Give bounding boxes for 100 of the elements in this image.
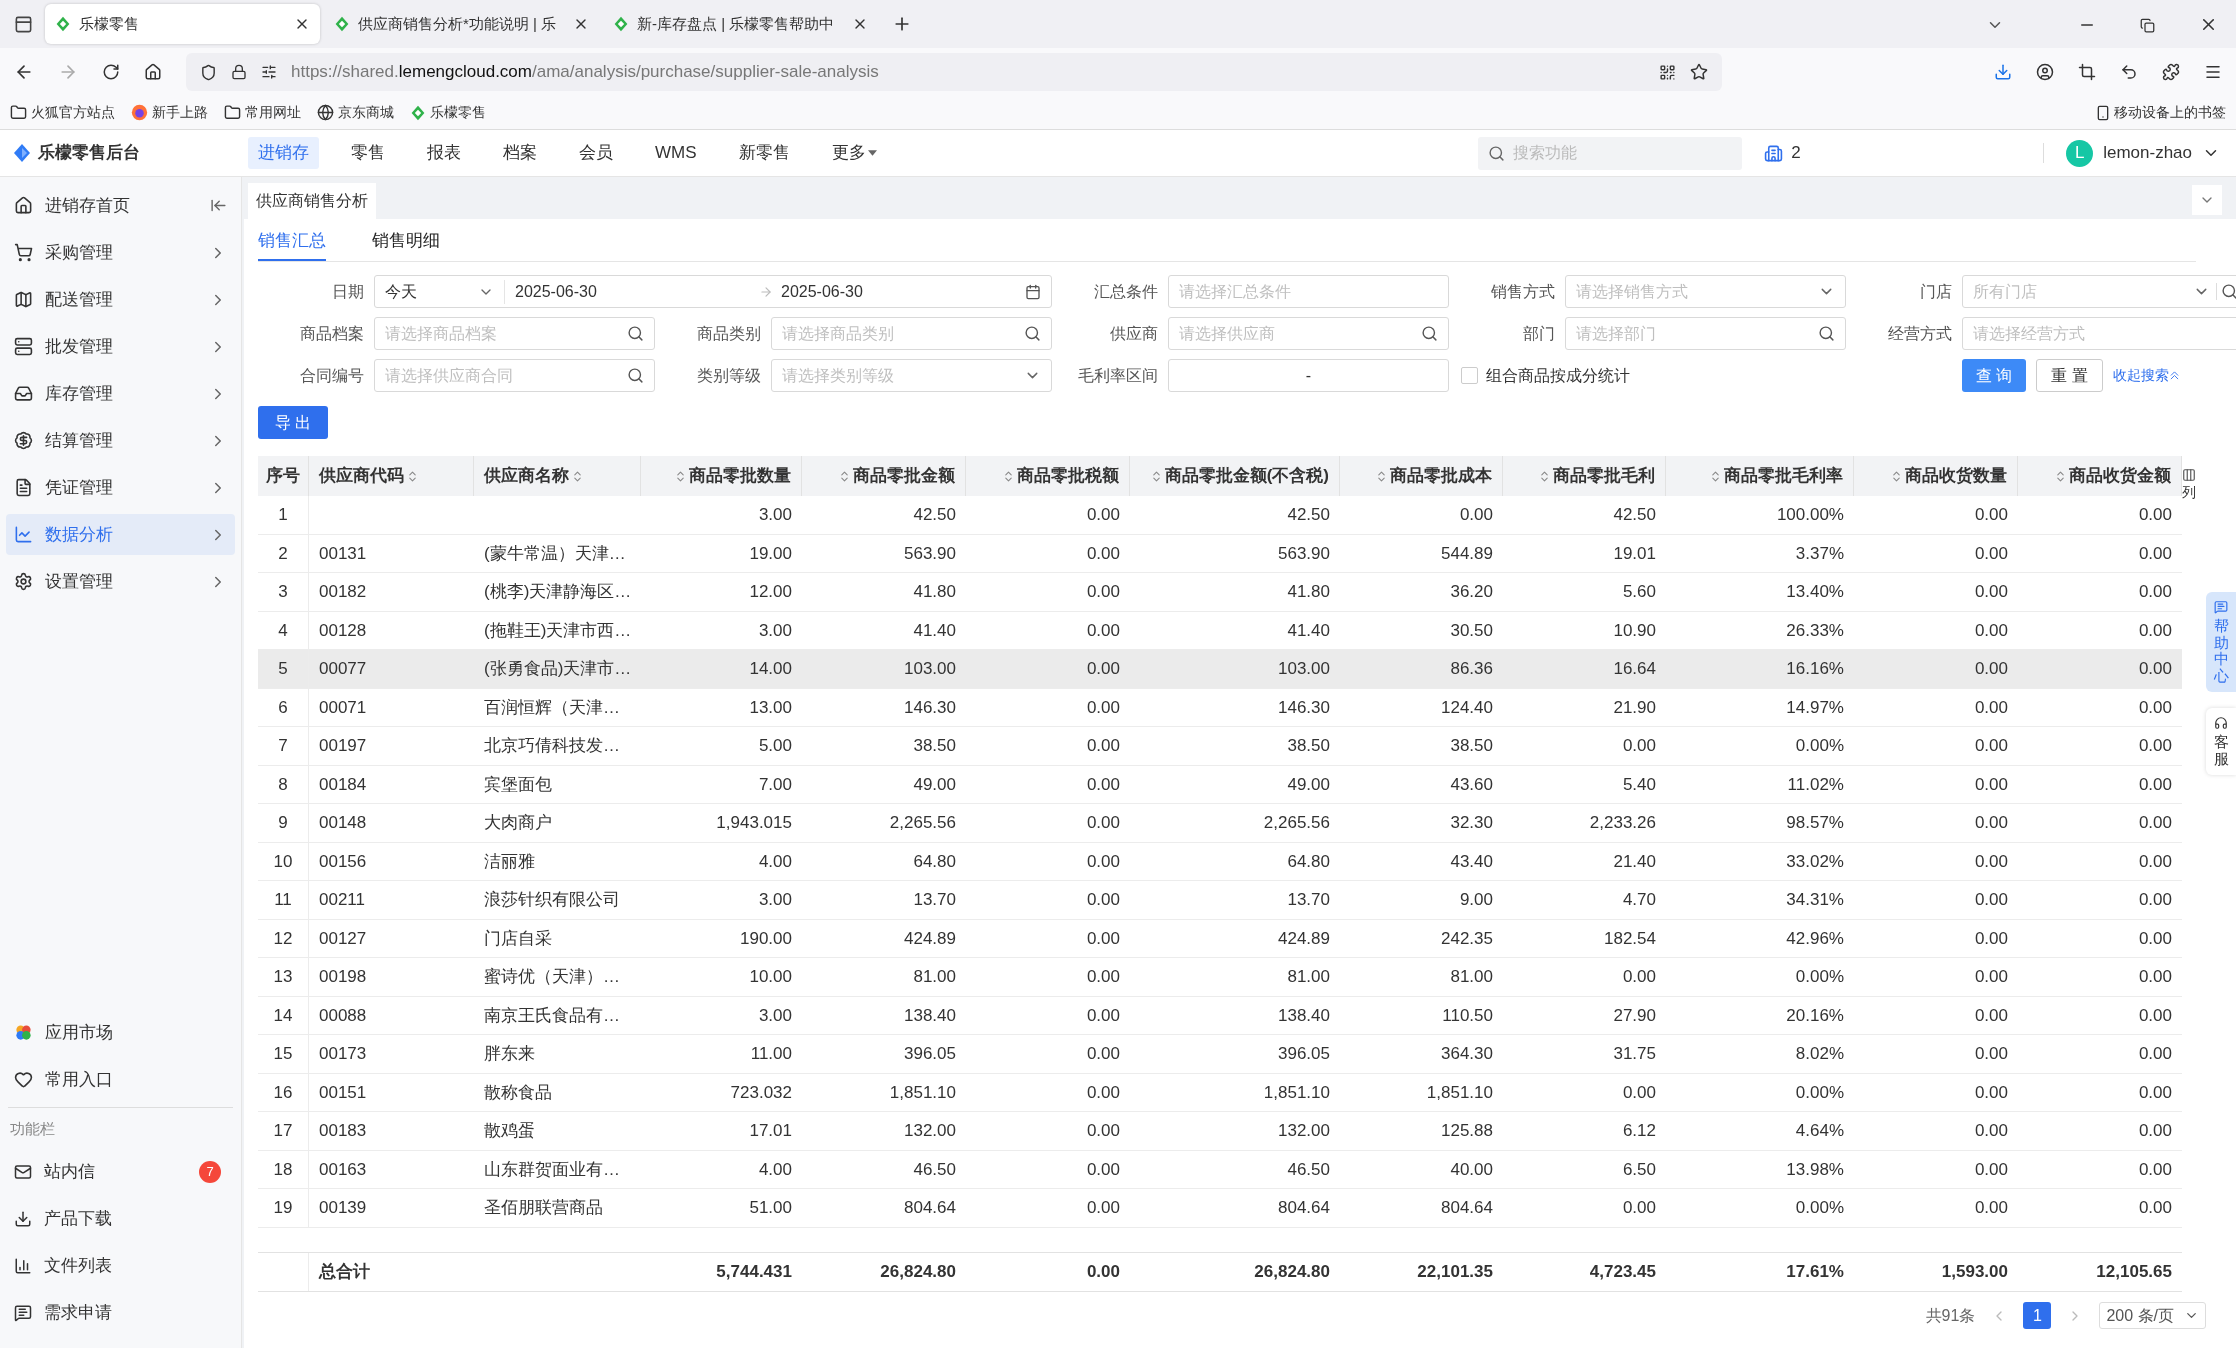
restore-icon[interactable] [2140,18,2155,33]
undo-icon[interactable] [2120,63,2138,81]
browser-tab[interactable]: 供应商销售分析*功能说明 | 乐 [324,4,599,44]
table-row[interactable]: 15 00173 胖东来 11.00 396.05 0.00 396.05 364.30 31.75 8.02% 0.00 0.00 [258,1035,2182,1074]
column-header[interactable]: 序号 [266,463,300,489]
bookmark[interactable]: 常用网址 [224,102,301,123]
nav-tab[interactable]: 档案 [493,137,547,169]
column-header[interactable]: 商品零批成本 [1390,463,1492,489]
sub-tab[interactable]: 销售汇总 [258,227,326,261]
reload-icon[interactable] [102,63,120,81]
table-row[interactable]: 12 00127 门店自采 190.00 424.89 0.00 424.89 242.35 182.54 42.96% 0.00 0.00 [258,919,2182,958]
column-header[interactable]: 供应商代码 [319,463,404,489]
nav-tab[interactable]: 新零售 [728,137,800,169]
range-field[interactable]: - [1168,359,1449,392]
collapse-search-link[interactable]: 收起搜索 [2112,365,2179,386]
table-row[interactable]: 11 00211 浪莎针织有限公司 3.00 13.70 0.00 13.70 9.00 4.70 34.31% 0.00 0.00 [258,881,2182,920]
sidebar-item[interactable]: 结算管理 [6,420,235,461]
column-header[interactable]: 商品零批毛利 [1553,463,1655,489]
browser-tab[interactable]: 新-库存盘点 | 乐檬零售帮助中 [603,4,878,44]
column-header[interactable]: 商品零批毛利率 [1724,463,1843,489]
table-row[interactable]: 7 00197 北京巧倩科技发… 5.00 38.50 0.00 38.50 38.50 0.00 0.00% 0.00 0.00 [258,727,2182,766]
sidebar-item[interactable]: 文件列表 [6,1246,235,1286]
table-row[interactable]: 5 00077 (张勇食品)天津市… 14.00 103.00 0.00 103.00 86.36 16.64 16.16% 0.00 0.00 [258,650,2182,689]
bookmark[interactable]: 火狐官方站点 [10,102,115,123]
table-row[interactable]: 17 00183 散鸡蛋 17.01 132.00 0.00 132.00 125.88 6.12 4.64% 0.00 0.00 [258,1112,2182,1151]
nav-tab[interactable]: WMS [645,137,707,169]
download-icon[interactable] [1994,63,2012,81]
sidebar-item[interactable]: 批发管理 [6,326,235,367]
page-size-select[interactable]: 200 条/页 [2099,1302,2206,1329]
sub-tab[interactable]: 销售明细 [372,227,440,261]
table-row[interactable]: 6 00071 百润恒辉（天津… 13.00 146.30 0.00 146.30 124.40 21.90 14.97% 0.00 0.00 [258,688,2182,727]
bookmark[interactable]: 京东商城 [317,102,394,123]
sidebar-item[interactable]: 进销存首页 [6,185,235,226]
extensions-icon[interactable] [2162,63,2180,81]
bookmark[interactable]: 新手上路 [131,102,208,123]
table-cell-text: 103.00 [903,658,957,680]
table-row[interactable]: 9 00148 大肉商户 1,943.015 2,265.56 0.00 2,265.56 32.30 2,233.26 98.57% 0.00 0.00 [258,804,2182,843]
date-range-field[interactable]: 今天 2025-06-30 2025-06-30 [374,275,1052,308]
page-button[interactable]: 1 [2023,1302,2052,1329]
table-row[interactable]: 13 00198 蜜诗优（天津）… 10.00 81.00 0.00 81.00 81.00 0.00 0.00% 0.00 0.00 [258,958,2182,997]
address-bar[interactable]: https://shared.lemengcloud.com/ama/analysis/purchase/supplier-sale-analysis [186,53,1722,91]
table-cell-text: 00071 [318,696,368,719]
home-icon[interactable] [144,63,162,81]
account-icon[interactable] [2036,63,2054,81]
table-cell-text: 43.40 [1449,850,1494,873]
help-center-tab[interactable]: 帮助中心 [2206,592,2236,692]
table-row[interactable]: 3 00182 (桃李)天津静海区… 12.00 41.80 0.00 41.80 36.20 5.60 13.40% 0.00 0.00 [258,573,2182,612]
column-header[interactable]: 商品收货金额 [2069,463,2171,489]
sidebar-link[interactable]: 常用入口 [6,1059,235,1100]
column-header[interactable]: 商品收货数量 [1905,463,2007,489]
sidebar-item[interactable]: 凭证管理 [6,467,235,508]
crop-icon[interactable] [2078,63,2096,81]
sidebar-item[interactable]: 设置管理 [6,561,235,602]
nav-tab[interactable]: 进销存 [248,137,319,169]
table-cell-text: 00197 [318,735,368,757]
column-header[interactable]: 商品零批数量 [689,463,791,489]
checkbox[interactable] [1461,367,1478,384]
sidebar-item[interactable]: 采购管理 [6,232,235,273]
tab-list-icon[interactable] [14,15,33,34]
sidebar-item[interactable]: 站内信 7 [6,1152,235,1192]
sidebar-item[interactable]: 产品下载 [6,1199,235,1239]
reset-button[interactable]: 重 置 [2036,359,2103,392]
nav-tab[interactable]: 报表 [417,137,471,169]
collapse-icon[interactable] [210,197,227,214]
column-header[interactable]: 商品零批金额(不含税) [1164,463,1329,489]
table-row[interactable]: 18 00163 山东群贺面业有… 4.00 46.50 0.00 46.50 40.00 6.50 13.98% 0.00 0.00 [258,1150,2182,1189]
table-row[interactable]: 1 3.00 42.50 0.00 42.50 0.00 42.50 100.00% 0.00 0.00 [258,496,2182,535]
sidebar-link[interactable]: 应用市场 [6,1012,235,1053]
column-header[interactable]: 商品零批税额 [1017,463,1119,489]
table-row[interactable]: 19 00139 圣佰朋联营商品 51.00 804.64 0.00 804.64 804.64 0.00 0.00% 0.00 0.00 [258,1189,2182,1228]
table-row[interactable]: 2 00131 (蒙牛常温）天津… 19.00 563.90 0.00 563.90 544.89 19.01 3.37% 0.00 0.00 [258,534,2182,573]
brand-logo-icon [12,143,32,163]
user-name[interactable]: lemon-zhao [2103,140,2192,166]
column-settings-label[interactable]: 列 [2182,482,2196,503]
sidebar-item[interactable]: 配送管理 [6,279,235,320]
table-row[interactable]: 14 00088 南京王氏食品有… 3.00 138.40 0.00 138.40 110.50 27.90 20.16% 0.00 0.00 [258,996,2182,1035]
table-cell-text: 4.00 [757,850,793,873]
column-header[interactable]: 供应商名称 [484,463,569,489]
table-row[interactable]: 8 00184 宾堡面包 7.00 49.00 0.00 49.00 43.60 5.40 11.02% 0.00 0.00 [258,765,2182,804]
sidebar-item[interactable]: 需求申请 [6,1293,235,1333]
browser-tab[interactable]: 乐檬零售 [45,4,320,44]
sidebar-item[interactable]: 数据分析 [6,514,235,555]
nav-tab[interactable]: 零售 [341,137,395,169]
sidebar-item[interactable]: 库存管理 [6,373,235,414]
customer-service-tab[interactable]: 客服 [2206,708,2236,775]
menu-icon[interactable] [2204,63,2222,81]
bookmark[interactable]: 乐檬零售 [410,102,486,123]
nav-tab[interactable]: 会员 [569,137,623,169]
column-settings-icon[interactable] [2182,468,2196,482]
page-tab[interactable]: 供应商销售分析 [248,183,376,219]
bookmark[interactable]: 移动设备上的书签 [2095,102,2226,123]
table-row[interactable]: 16 00151 散称食品 723.032 1,851.10 0.00 1,851.10 1,851.10 0.00 0.00% 0.00 0.00 [258,1073,2182,1112]
qr-code-icon[interactable] [1659,63,1676,81]
export-button[interactable]: 导 出 [258,406,328,439]
company-name[interactable]: 2 [1791,140,2044,166]
table-row[interactable]: 10 00156 洁丽雅 4.00 64.80 0.00 64.80 43.40 21.40 33.02% 0.00 0.00 [258,842,2182,881]
star-icon[interactable] [1690,63,1708,81]
table-row[interactable]: 4 00128 (拖鞋王)天津市西… 3.00 41.40 0.00 41.40 30.50 10.90 26.33% 0.00 0.00 [258,611,2182,650]
nav-tab[interactable]: 更多 [821,137,887,169]
column-header[interactable]: 商品零批金额 [853,463,955,489]
